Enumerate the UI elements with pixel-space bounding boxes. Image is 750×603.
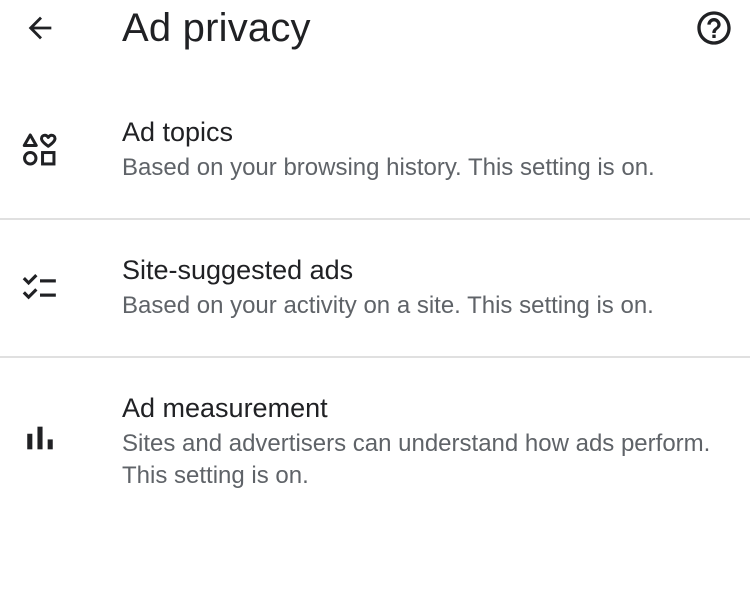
- interests-icon: [22, 133, 57, 166]
- setting-title-site-suggested-ads: Site-suggested ads: [122, 255, 354, 285]
- setting-title-ad-measurement: Ad measurement: [122, 393, 328, 423]
- help-circle-icon: [697, 11, 731, 45]
- row-text: Site-suggested ads Based on your activit…: [122, 252, 730, 322]
- settings-list: Ad topics Based on your browsing history…: [0, 82, 750, 518]
- back-button[interactable]: [18, 6, 62, 50]
- top-app-bar: Ad privacy: [0, 0, 750, 60]
- setting-row-site-suggested-ads[interactable]: Site-suggested ads Based on your activit…: [0, 220, 750, 358]
- row-icon-container: [18, 266, 62, 310]
- row-text: Ad topics Based on your browsing history…: [122, 114, 730, 184]
- setting-row-ad-topics[interactable]: Ad topics Based on your browsing history…: [0, 82, 750, 220]
- setting-row-ad-measurement[interactable]: Ad measurement Sites and advertisers can…: [0, 358, 750, 518]
- row-icon-container: [18, 128, 62, 172]
- setting-subtitle-site-suggested-ads: Based on your activity on a site. This s…: [122, 292, 654, 319]
- page-title: Ad privacy: [122, 6, 311, 50]
- help-button[interactable]: [692, 6, 736, 50]
- row-text: Ad measurement Sites and advertisers can…: [122, 390, 730, 492]
- checklist-icon: [22, 274, 56, 300]
- setting-title-ad-topics: Ad topics: [122, 117, 234, 147]
- row-icon-container: [18, 416, 62, 460]
- setting-subtitle-ad-measurement: Sites and advertisers can understand how…: [122, 430, 711, 489]
- ad-privacy-page: Ad privacy Ad topics Based on your brows…: [0, 0, 750, 603]
- arrow-back-icon: [28, 16, 52, 40]
- bar-chart-icon: [27, 426, 53, 450]
- setting-subtitle-ad-topics: Based on your browsing history. This set…: [122, 154, 655, 181]
